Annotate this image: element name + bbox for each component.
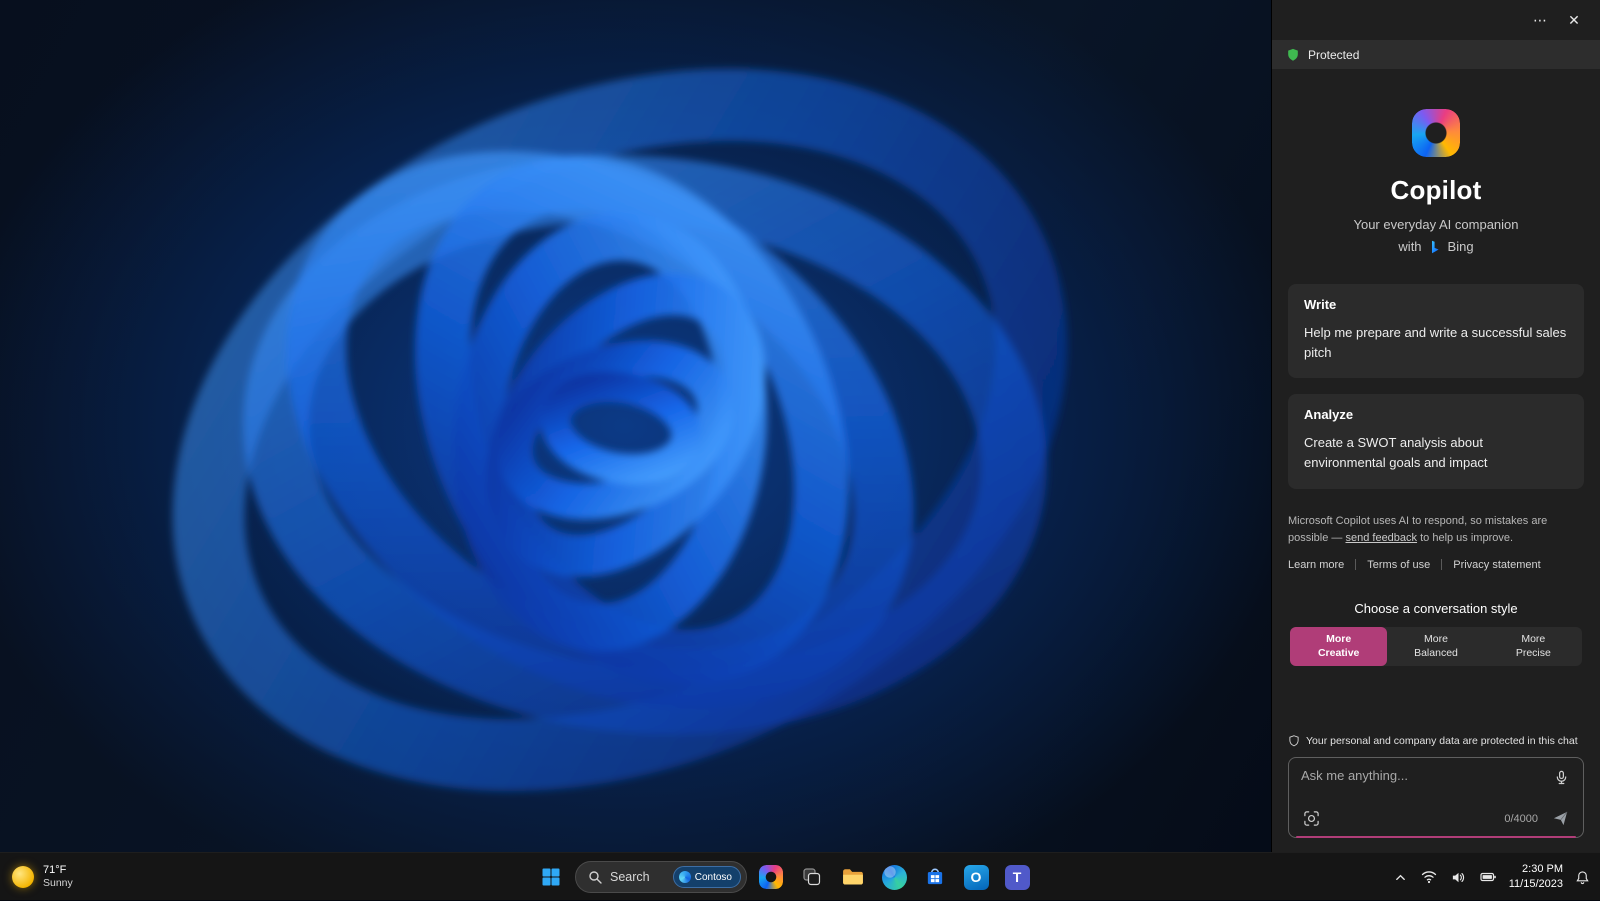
speaker-icon [1452,872,1464,882]
bell-icon [1576,870,1589,884]
panel-header: ⋯ ✕ [1272,0,1600,40]
folder-icon [843,869,863,885]
copilot-hero: Copilot Your everyday AI companion with … [1272,109,1600,254]
system-tray: 2:30 PM 11/15/2023 [1392,853,1592,901]
teams-icon: T [1004,864,1030,890]
send-feedback-link[interactable]: send feedback [1345,532,1417,544]
search-label: Search [610,870,650,884]
style-tab-more-precise[interactable]: More Precise [1485,627,1582,666]
task-view-icon [803,868,821,886]
tab-label-line: More [1424,632,1448,645]
protected-shield-icon [1286,48,1300,62]
copilot-taskbar-button[interactable] [754,860,788,894]
tab-label-line: More [1326,632,1352,645]
privacy-statement-link[interactable]: Privacy statement [1453,559,1540,571]
copilot-icon [759,865,783,889]
sun-icon [12,866,34,888]
suggestion-card-write[interactable]: Write Help me prepare and write a succes… [1288,284,1584,379]
data-privacy-note: Your personal and company data are prote… [1288,735,1584,747]
copilot-logo-icon [1412,109,1460,157]
store-icon [927,868,943,885]
windows-logo-icon [542,868,560,886]
bloom-artwork [172,68,1068,792]
weather-widget[interactable]: 71°F Sunny [12,853,73,901]
network-button[interactable] [1419,868,1439,886]
with-label: with [1398,239,1422,254]
copilot-subtitle: Your everyday AI companion [1353,217,1519,232]
style-tab-more-creative[interactable]: More Creative [1290,626,1388,666]
clock-date: 11/15/2023 [1508,878,1563,890]
wifi-icon [1421,871,1436,884]
notifications-button[interactable] [1573,868,1592,887]
with-bing-row: with Bing [1272,239,1600,254]
task-view-button[interactable] [795,860,829,894]
battery-button[interactable] [1478,867,1499,887]
volume-button[interactable] [1449,868,1468,887]
outlook-button[interactable]: O [959,860,993,894]
chat-input[interactable] [1301,768,1552,804]
bing-logo-icon [1428,240,1442,254]
microsoft-store-button[interactable] [918,860,952,894]
contoso-label: Contoso [694,871,732,883]
teams-button[interactable]: T [1000,860,1034,894]
clock-time: 2:30 PM [1522,863,1563,876]
protected-label: Protected [1308,47,1360,62]
card-description: Help me prepare and write a successful s… [1304,325,1567,361]
disclaimer-text: to help us improve. [1417,531,1514,544]
bing-label: Bing [1447,239,1474,254]
protected-bar: Protected [1272,40,1600,69]
tab-label-line: Precise [1515,646,1551,659]
tab-label-line: More [1521,632,1546,645]
privacy-note-text: Your personal and company data are prote… [1306,735,1578,747]
link-divider [1355,559,1357,571]
more-options-button[interactable]: ⋯ [1524,7,1556,33]
visual-search-button[interactable] [1301,808,1322,829]
close-button[interactable]: ✕ [1558,7,1590,33]
ai-disclaimer: Microsoft Copilot uses AI to respond, so… [1288,513,1584,547]
microphone-button[interactable] [1552,768,1571,787]
taskbar-search-box[interactable]: Search Contoso [575,861,747,893]
terms-of-use-link[interactable]: Terms of use [1367,559,1430,571]
character-counter: 0/4000 [1504,812,1538,825]
tab-label-line: Creative [1317,646,1360,659]
send-button[interactable] [1550,808,1571,829]
battery-icon [1480,872,1496,882]
chat-input-area: Your personal and company data are prote… [1272,735,1600,852]
hidden-icons-chevron[interactable] [1392,869,1409,886]
chat-input-box: 0/4000 [1288,757,1584,838]
outlook-icon: O [963,864,989,890]
contoso-badge[interactable]: Contoso [672,866,741,888]
conversation-style-tabs: More Creative More Balanced More Precise [1290,626,1582,666]
legal-links: Learn more Terms of use Privacy statemen… [1288,559,1584,571]
edge-browser-button[interactable] [877,860,911,894]
start-button[interactable] [534,860,568,894]
copilot-panel: ⋯ ✕ Protected Copilot Your everyday AI c… [1271,0,1600,852]
taskbar-center: Search Contoso O T [534,853,1034,901]
contoso-logo-icon [678,871,691,883]
card-description: Create a SWOT analysis about environment… [1304,435,1488,471]
copilot-title: Copilot [1390,175,1482,205]
file-explorer-button[interactable] [836,860,870,894]
search-icon [588,870,602,884]
clock[interactable]: 2:30 PM 11/15/2023 [1509,862,1563,892]
edge-icon [881,864,907,890]
shield-outline-icon [1288,735,1300,747]
style-tab-more-balanced[interactable]: More Balanced [1387,627,1484,666]
weather-temperature: 71°F [43,864,67,877]
taskbar: 71°F Sunny Search Contoso O T 2:30 PM 11… [0,852,1600,900]
tab-label-line: Balanced [1414,646,1458,659]
learn-more-link[interactable]: Learn more [1288,559,1344,571]
conversation-style-heading: Choose a conversation style [1354,600,1518,616]
suggestion-card-analyze[interactable]: Analyze Create a SWOT analysis about env… [1288,394,1584,489]
card-title: Analyze [1304,407,1354,423]
link-divider [1441,559,1443,571]
weather-condition: Sunny [43,877,73,890]
card-title: Write [1304,297,1337,312]
